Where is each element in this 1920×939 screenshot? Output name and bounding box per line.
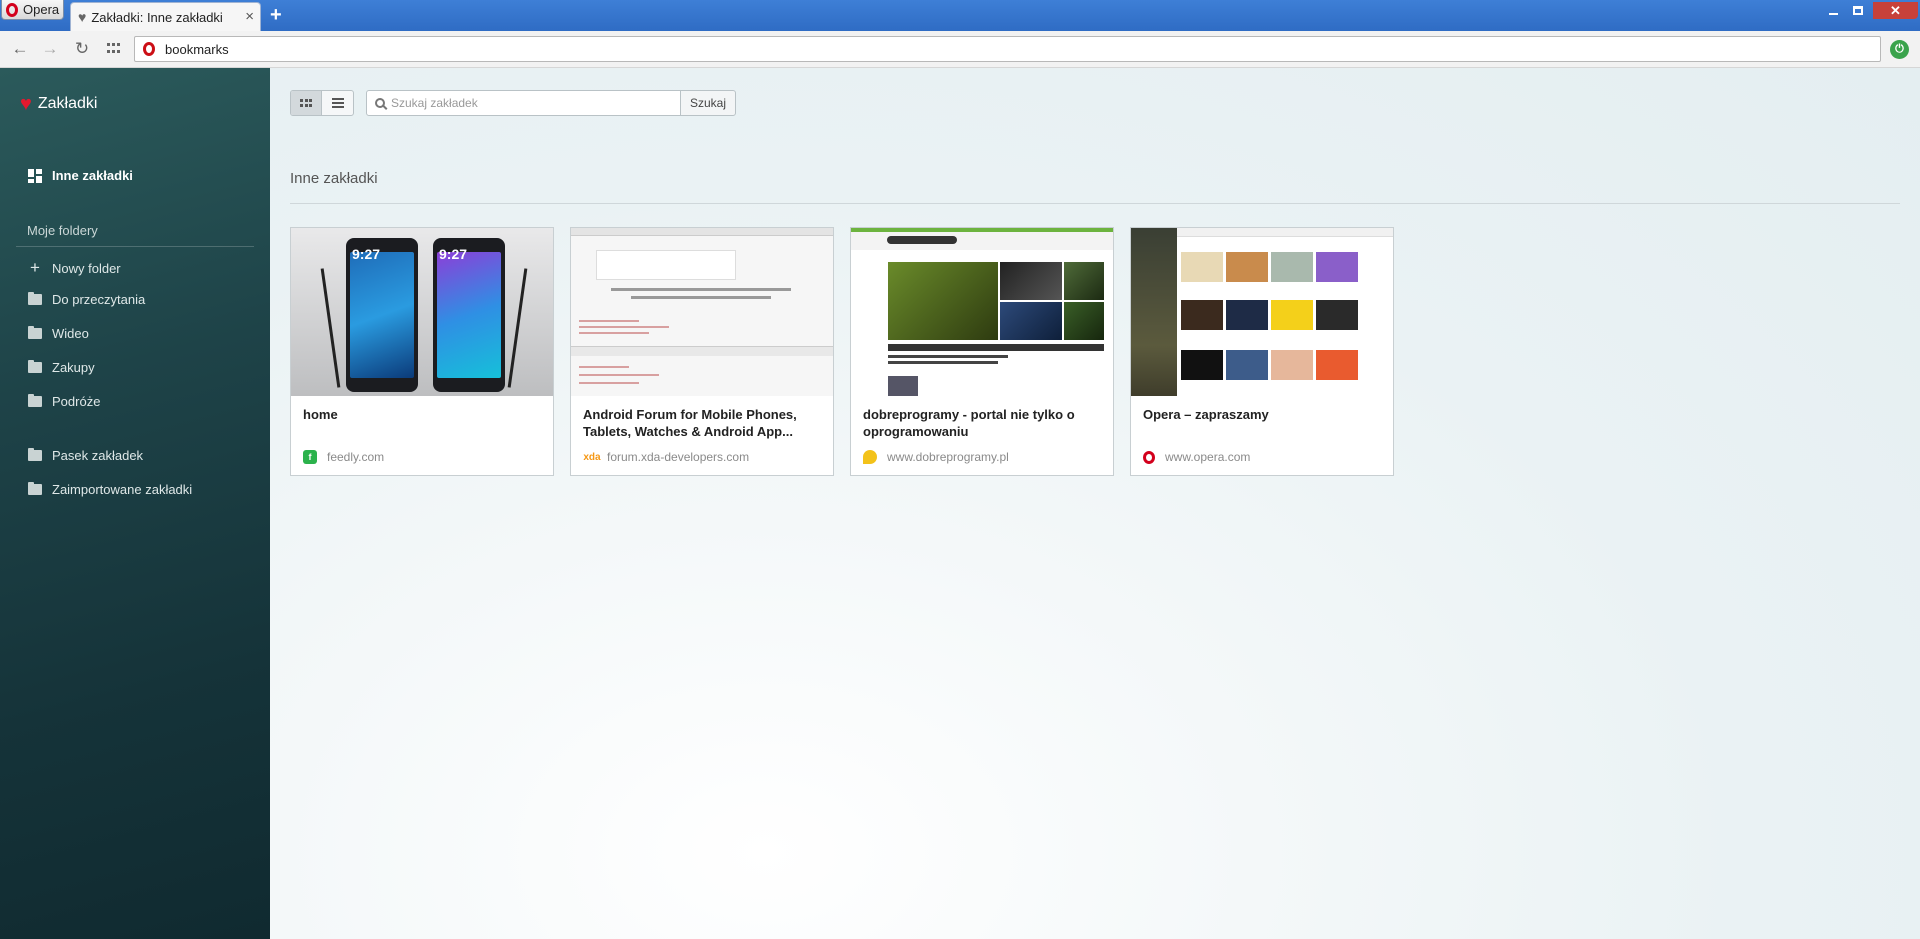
bookmark-footer: xda forum.xda-developers.com <box>583 450 749 464</box>
address-bar[interactable]: bookmarks <box>134 36 1881 62</box>
xda-icon: xda <box>583 451 601 463</box>
bookmark-domain: forum.xda-developers.com <box>607 450 750 464</box>
bookmark-title: Opera – zapraszamy <box>1143 407 1269 422</box>
my-folders-label: Moje foldery <box>27 223 98 238</box>
folder-label: Pasek zakładek <box>52 448 144 463</box>
sidebar-item-imported-bookmarks[interactable]: Zaimportowane zakładki <box>27 482 192 497</box>
arrow-right-icon: → <box>41 39 59 58</box>
new-folder-label: Nowy folder <box>52 260 121 276</box>
new-tab-button[interactable]: + <box>270 5 282 25</box>
folder-label: Zaimportowane zakładki <box>52 482 193 497</box>
heart-icon: ♥ <box>78 9 87 25</box>
folder-label: Do przeczytania <box>52 292 146 307</box>
maximize-icon <box>1853 6 1863 15</box>
sidebar-item-folder[interactable]: Do przeczytania <box>27 292 145 307</box>
opera-page-icon <box>143 42 155 56</box>
opera-logo-icon <box>6 2 18 17</box>
bookmark-title: dobreprogramy - portal nie tylko o oprog… <box>863 407 1075 439</box>
bookmark-grid: 9:27 9:27 home f feedly.com Android Foru… <box>290 227 1394 476</box>
sidebar-item-inne-zakladki[interactable]: Inne zakładki <box>27 168 133 183</box>
view-toggle <box>290 90 354 116</box>
window-titlebar: Opera ♥ Zakładki: Inne zakładki × + ✕ <box>0 0 1920 31</box>
bookmark-card[interactable]: Opera – zapraszamy www.opera.com <box>1130 227 1394 476</box>
folder-icon <box>28 482 42 495</box>
dobreprogramy-icon <box>863 450 877 464</box>
bookmark-card[interactable]: Android Forum for Mobile Phones, Tablets… <box>570 227 834 476</box>
bookmark-footer: f feedly.com <box>303 450 384 464</box>
new-folder-button[interactable]: + Nowy folder <box>27 258 121 278</box>
minimize-button[interactable] <box>1821 2 1845 19</box>
tab-bookmarks[interactable]: ♥ Zakładki: Inne zakładki × <box>70 2 261 31</box>
tab-close-icon[interactable]: × <box>245 9 254 24</box>
folder-icon <box>28 292 42 305</box>
bookmark-thumbnail <box>1131 228 1393 396</box>
sidebar-item-label: Inne zakładki <box>52 168 133 183</box>
list-view-button[interactable] <box>322 91 353 115</box>
sidebar-item-folder[interactable]: Wideo <box>27 326 89 341</box>
search-button[interactable]: Szukaj <box>680 90 736 116</box>
sidebar-header: ♥ Zakładki <box>20 94 97 114</box>
section-divider <box>290 203 1900 204</box>
bookmark-domain: www.dobreprogramy.pl <box>887 450 1009 464</box>
sidebar-title: Zakładki <box>37 95 98 112</box>
grid-icon <box>107 43 121 55</box>
reload-icon: ↻ <box>74 39 90 58</box>
opera-menu-label: Opera <box>23 2 60 17</box>
bookmark-title: home <box>303 407 338 422</box>
bookmark-thumbnail <box>571 228 833 396</box>
back-button[interactable]: ← <box>10 39 30 59</box>
bookmarks-sidebar: ♥ Zakładki Inne zakładki Moje foldery + … <box>0 68 270 939</box>
folder-icon <box>28 448 42 461</box>
plus-icon: + <box>30 258 40 277</box>
bookmark-footer: www.opera.com <box>1143 450 1250 464</box>
bookmarks-main: Szukaj Inne zakładki 9:27 9:27 home f fe… <box>270 68 1920 939</box>
reload-button[interactable]: ↻ <box>72 39 92 59</box>
sidebar-item-bookmarks-bar[interactable]: Pasek zakładek <box>27 448 143 463</box>
folder-label: Zakupy <box>52 360 95 375</box>
sidebar-item-folder[interactable]: Podróże <box>27 394 100 409</box>
search-input[interactable] <box>391 96 661 110</box>
bookmark-thumbnail <box>851 228 1113 396</box>
search-icon <box>375 98 385 108</box>
feedly-icon: f <box>303 450 317 464</box>
folder-label: Wideo <box>52 326 89 341</box>
list-view-icon <box>331 98 344 108</box>
tab-title: Zakładki: Inne zakładki <box>91 9 223 25</box>
bookmark-thumbnail: 9:27 9:27 <box>291 228 553 396</box>
bookmark-card[interactable]: dobreprogramy - portal nie tylko o oprog… <box>850 227 1114 476</box>
folder-icon <box>28 326 42 339</box>
grid-view-icon <box>300 98 312 108</box>
heart-icon: ♥ <box>20 93 32 115</box>
minimize-icon <box>1828 12 1838 15</box>
bookmarks-tiles-icon <box>28 168 42 183</box>
opera-icon <box>1143 450 1155 464</box>
folder-icon <box>28 360 42 373</box>
folder-label: Podróże <box>52 394 101 409</box>
sidebar-item-folder[interactable]: Zakupy <box>27 360 95 375</box>
maximize-button[interactable] <box>1846 2 1870 19</box>
forward-button[interactable]: → <box>40 39 60 59</box>
section-title: Inne zakładki <box>290 170 378 187</box>
grid-view-button[interactable] <box>291 91 323 115</box>
bookmark-domain: feedly.com <box>327 450 385 464</box>
opera-menu-button[interactable]: Opera <box>1 0 64 20</box>
arrow-left-icon: ← <box>11 39 29 58</box>
browser-toolbar: ← → ↻ bookmarks ⏻ <box>0 31 1920 68</box>
sidebar-divider <box>16 246 254 247</box>
folder-icon <box>28 394 42 407</box>
extension-icon[interactable]: ⏻ <box>1890 40 1909 59</box>
close-window-button[interactable]: ✕ <box>1873 2 1918 19</box>
bookmark-domain: www.opera.com <box>1165 450 1251 464</box>
bookmark-title: Android Forum for Mobile Phones, Tablets… <box>583 407 797 439</box>
bookmark-card[interactable]: 9:27 9:27 home f feedly.com <box>290 227 554 476</box>
speed-dial-button[interactable] <box>104 39 124 59</box>
close-icon: ✕ <box>1890 2 1901 18</box>
address-text: bookmarks <box>165 41 229 57</box>
search-box <box>366 90 681 116</box>
bookmark-footer: www.dobreprogramy.pl <box>863 450 1009 464</box>
